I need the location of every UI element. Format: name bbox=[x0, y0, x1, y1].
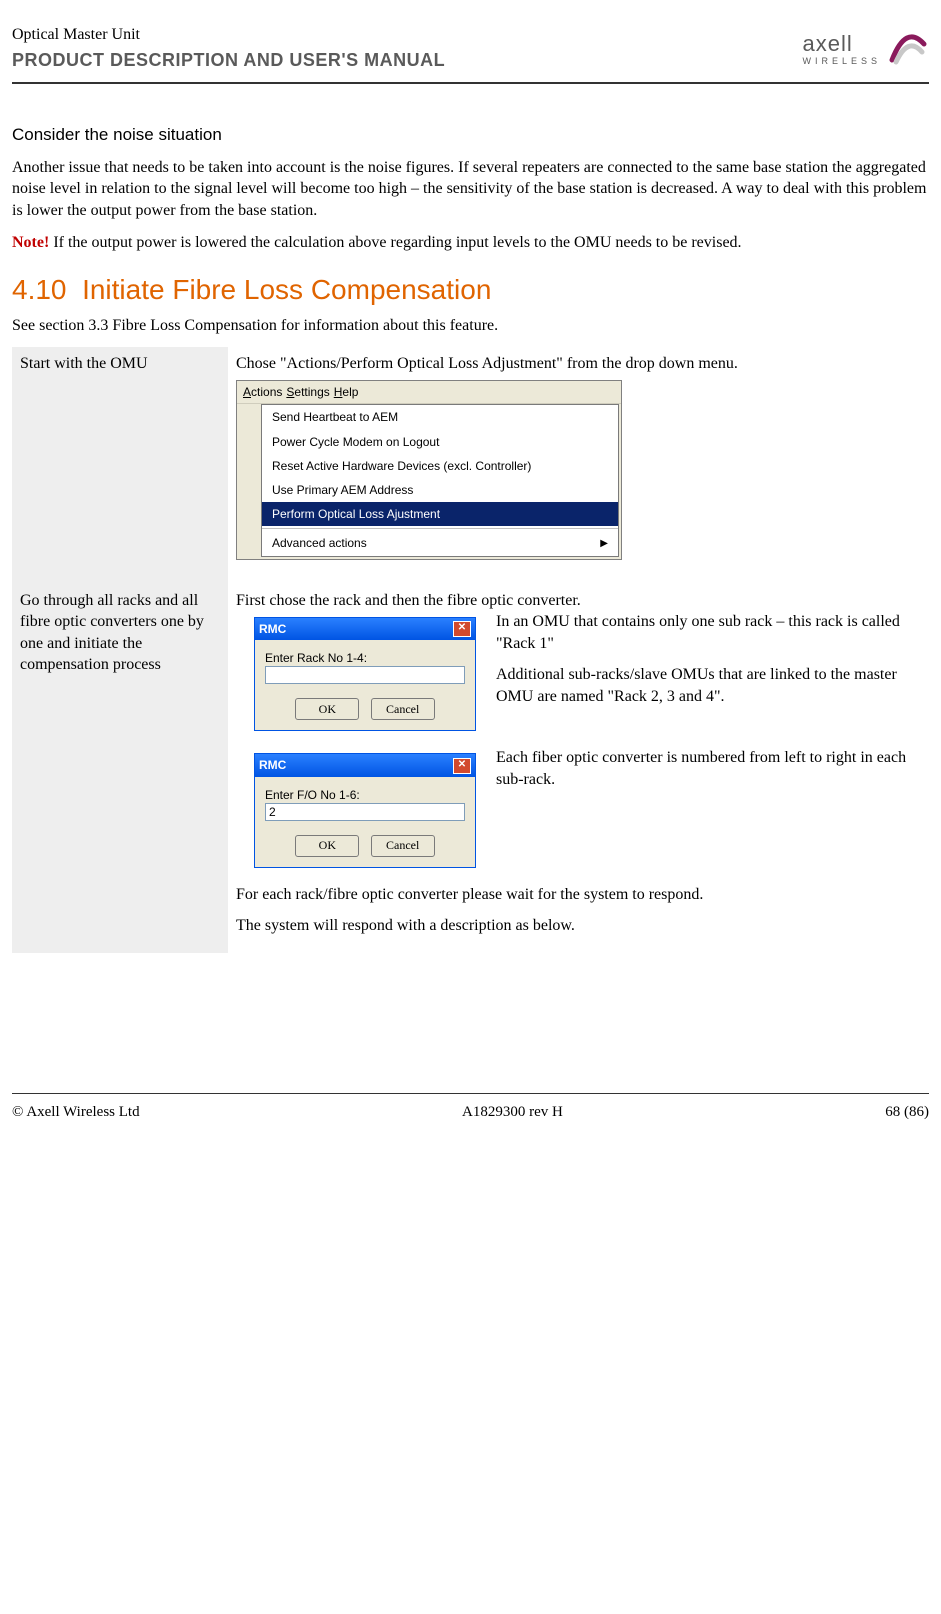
menu-item-advanced-label: Advanced actions bbox=[272, 535, 367, 551]
header-rule bbox=[12, 82, 929, 84]
rack-note-1: In an OMU that contains only one sub rac… bbox=[496, 611, 921, 654]
step2-after-1: For each rack/fibre optic converter plea… bbox=[236, 884, 921, 906]
section-heading: 4.10 Initiate Fibre Loss Compensation bbox=[12, 271, 929, 309]
rack-note-2: Additional sub-racks/slave OMUs that are… bbox=[496, 664, 921, 707]
fo-number-input[interactable] bbox=[265, 803, 465, 821]
header-doc-title: PRODUCT DESCRIPTION AND USER'S MANUAL bbox=[12, 48, 445, 72]
menu-help[interactable]: HelpHelp bbox=[334, 384, 359, 400]
step2-left: Go through all racks and all fibre optic… bbox=[12, 584, 228, 954]
step2-after-2: The system will respond with a descripti… bbox=[236, 915, 921, 937]
menu-item-power-cycle[interactable]: Power Cycle Modem on Logout bbox=[262, 430, 618, 454]
step1-instruction: Chose "Actions/Perform Optical Loss Adju… bbox=[236, 353, 921, 375]
menu-item-primary-aem[interactable]: Use Primary AEM Address bbox=[262, 478, 618, 502]
page-footer: © Axell Wireless Ltd A1829300 rev H 68 (… bbox=[12, 1102, 929, 1122]
ok-button[interactable]: OK bbox=[295, 698, 359, 720]
menu-separator bbox=[262, 528, 618, 529]
fo-dialog: RMC ✕ Enter F/O No 1-6: OK Cancel bbox=[254, 753, 476, 867]
section-intro: See section 3.3 Fibre Loss Compensation … bbox=[12, 315, 929, 337]
menu-item-heartbeat[interactable]: Send Heartbeat to AEM bbox=[262, 405, 618, 429]
noise-heading: Consider the noise situation bbox=[12, 124, 929, 147]
step1-left: Start with the OMU bbox=[12, 347, 228, 584]
steps-table: Start with the OMU Chose "Actions/Perfor… bbox=[12, 347, 929, 953]
fo-dialog-label: Enter F/O No 1-6: bbox=[265, 787, 465, 803]
brand-mark-icon bbox=[887, 30, 929, 66]
rack-dialog: RMC ✕ Enter Rack No 1-4: OK Cancel bbox=[254, 617, 476, 731]
menu-item-advanced[interactable]: Advanced actions ▶ bbox=[262, 531, 618, 555]
step2-instruction: First chose the rack and then the fibre … bbox=[236, 590, 921, 612]
menu-item-optical-loss[interactable]: Perform Optical Loss Ajustment bbox=[262, 502, 618, 526]
rack-dialog-label: Enter Rack No 1-4: bbox=[265, 650, 465, 666]
rack-dialog-title: RMC bbox=[259, 621, 286, 637]
brand-name: axell bbox=[802, 31, 852, 56]
footer-docnum: A1829300 rev H bbox=[462, 1102, 563, 1122]
noise-paragraph: Another issue that needs to be taken int… bbox=[12, 157, 929, 222]
actions-dropdown: Send Heartbeat to AEM Power Cycle Modem … bbox=[261, 404, 619, 556]
close-icon[interactable]: ✕ bbox=[453, 621, 471, 637]
menu-settings[interactable]: SettingsSettings bbox=[286, 384, 329, 400]
actions-menu-window: AActionsctions SettingsSettings HelpHelp… bbox=[236, 380, 622, 559]
close-icon[interactable]: ✕ bbox=[453, 758, 471, 774]
footer-rule bbox=[12, 1093, 929, 1094]
header-product: Optical Master Unit bbox=[12, 24, 445, 46]
rack-number-input[interactable] bbox=[265, 666, 465, 684]
noise-note: Note! If the output power is lowered the… bbox=[12, 232, 929, 254]
fo-dialog-title: RMC bbox=[259, 757, 286, 773]
section-title: Initiate Fibre Loss Compensation bbox=[82, 274, 491, 305]
footer-page: 68 (86) bbox=[885, 1102, 929, 1122]
menubar: AActionsctions SettingsSettings HelpHelp bbox=[237, 381, 621, 404]
footer-copyright: © Axell Wireless Ltd bbox=[12, 1102, 140, 1122]
menu-item-reset-hw[interactable]: Reset Active Hardware Devices (excl. Con… bbox=[262, 454, 618, 478]
cancel-button[interactable]: Cancel bbox=[371, 835, 435, 857]
submenu-arrow-icon: ▶ bbox=[600, 537, 608, 551]
cancel-button[interactable]: Cancel bbox=[371, 698, 435, 720]
menu-actions[interactable]: AActionsctions bbox=[243, 384, 282, 400]
ok-button[interactable]: OK bbox=[295, 835, 359, 857]
note-text: If the output power is lowered the calcu… bbox=[49, 234, 741, 251]
brand-logo: axell WIRELESS bbox=[802, 29, 929, 67]
fo-note: Each fiber optic converter is numbered f… bbox=[496, 747, 921, 790]
note-label: Note! bbox=[12, 234, 49, 251]
brand-sub: WIRELESS bbox=[802, 55, 881, 67]
section-number: 4.10 bbox=[12, 274, 67, 305]
